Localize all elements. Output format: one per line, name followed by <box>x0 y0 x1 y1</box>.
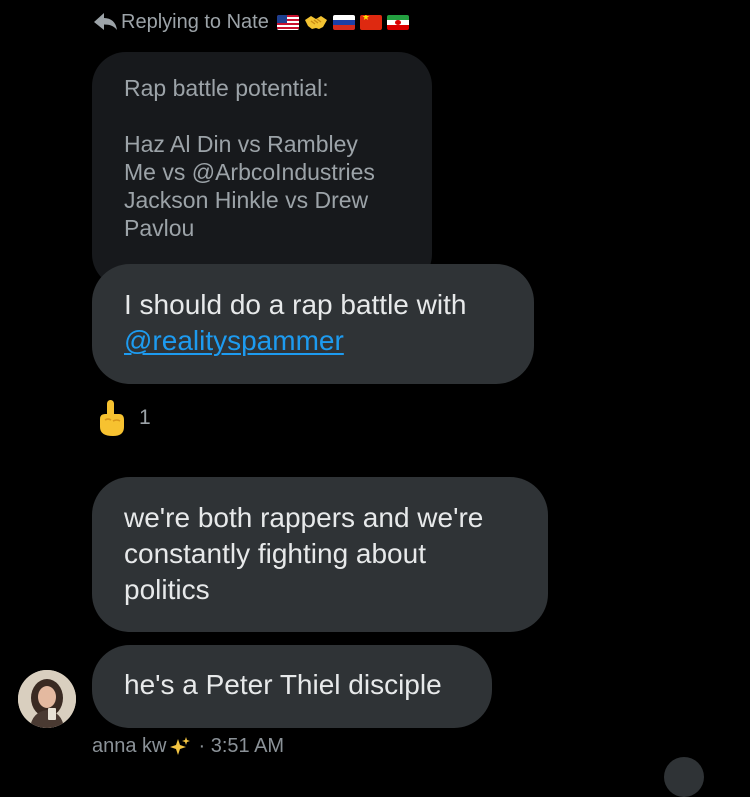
sender-name[interactable]: anna kw <box>92 735 167 758</box>
reply-context-label: Replying to Nate <box>121 10 269 33</box>
iran-flag-icon <box>386 14 409 30</box>
us-flag-icon <box>276 14 299 30</box>
message-text: politics <box>124 574 210 605</box>
message-bubble[interactable]: I should do a rap battle with @realitysp… <box>92 264 534 384</box>
scroll-to-bottom-button[interactable] <box>664 757 704 797</box>
message-time: · 3:51 AM <box>198 735 285 757</box>
pointing-up-hand-icon <box>100 400 124 436</box>
avatar-photo <box>18 670 76 728</box>
quoted-line: Pavlou <box>124 215 195 241</box>
quoted-line: Jackson Hinkle vs Drew <box>124 187 369 213</box>
message-text: we're both rappers and we're <box>124 502 484 533</box>
reply-arrow-icon <box>94 13 117 30</box>
message-text: constantly fighting about <box>124 538 426 569</box>
sparkles-icon <box>169 736 190 755</box>
quoted-line: Haz Al Din vs Rambley <box>124 131 358 157</box>
message-bubble[interactable]: he's a Peter Thiel disciple <box>92 645 492 728</box>
quoted-message[interactable]: Rap battle potential: Haz Al Din vs Ramb… <box>92 52 432 288</box>
message-text: I should do a rap battle with <box>124 289 467 320</box>
reaction-count: 1 <box>139 406 151 429</box>
handshake-icon <box>304 16 327 29</box>
russia-flag-icon <box>332 14 355 30</box>
china-flag-icon <box>359 14 382 30</box>
message-meta: anna kw · 3:51 AM <box>92 735 284 758</box>
avatar[interactable] <box>18 670 76 728</box>
mention-link[interactable]: @realityspammer <box>124 325 344 356</box>
message-bubble[interactable]: we're both rappers and we're constantly … <box>92 477 548 632</box>
quoted-blank-line <box>124 102 404 130</box>
quoted-line: Rap battle potential: <box>124 75 329 101</box>
reply-context[interactable]: Replying to Nate <box>92 8 409 36</box>
message-text: he's a Peter Thiel disciple <box>124 669 442 700</box>
quoted-line: Me vs @ArbcoIndustries <box>124 159 375 185</box>
reaction[interactable]: 1 <box>95 398 151 438</box>
